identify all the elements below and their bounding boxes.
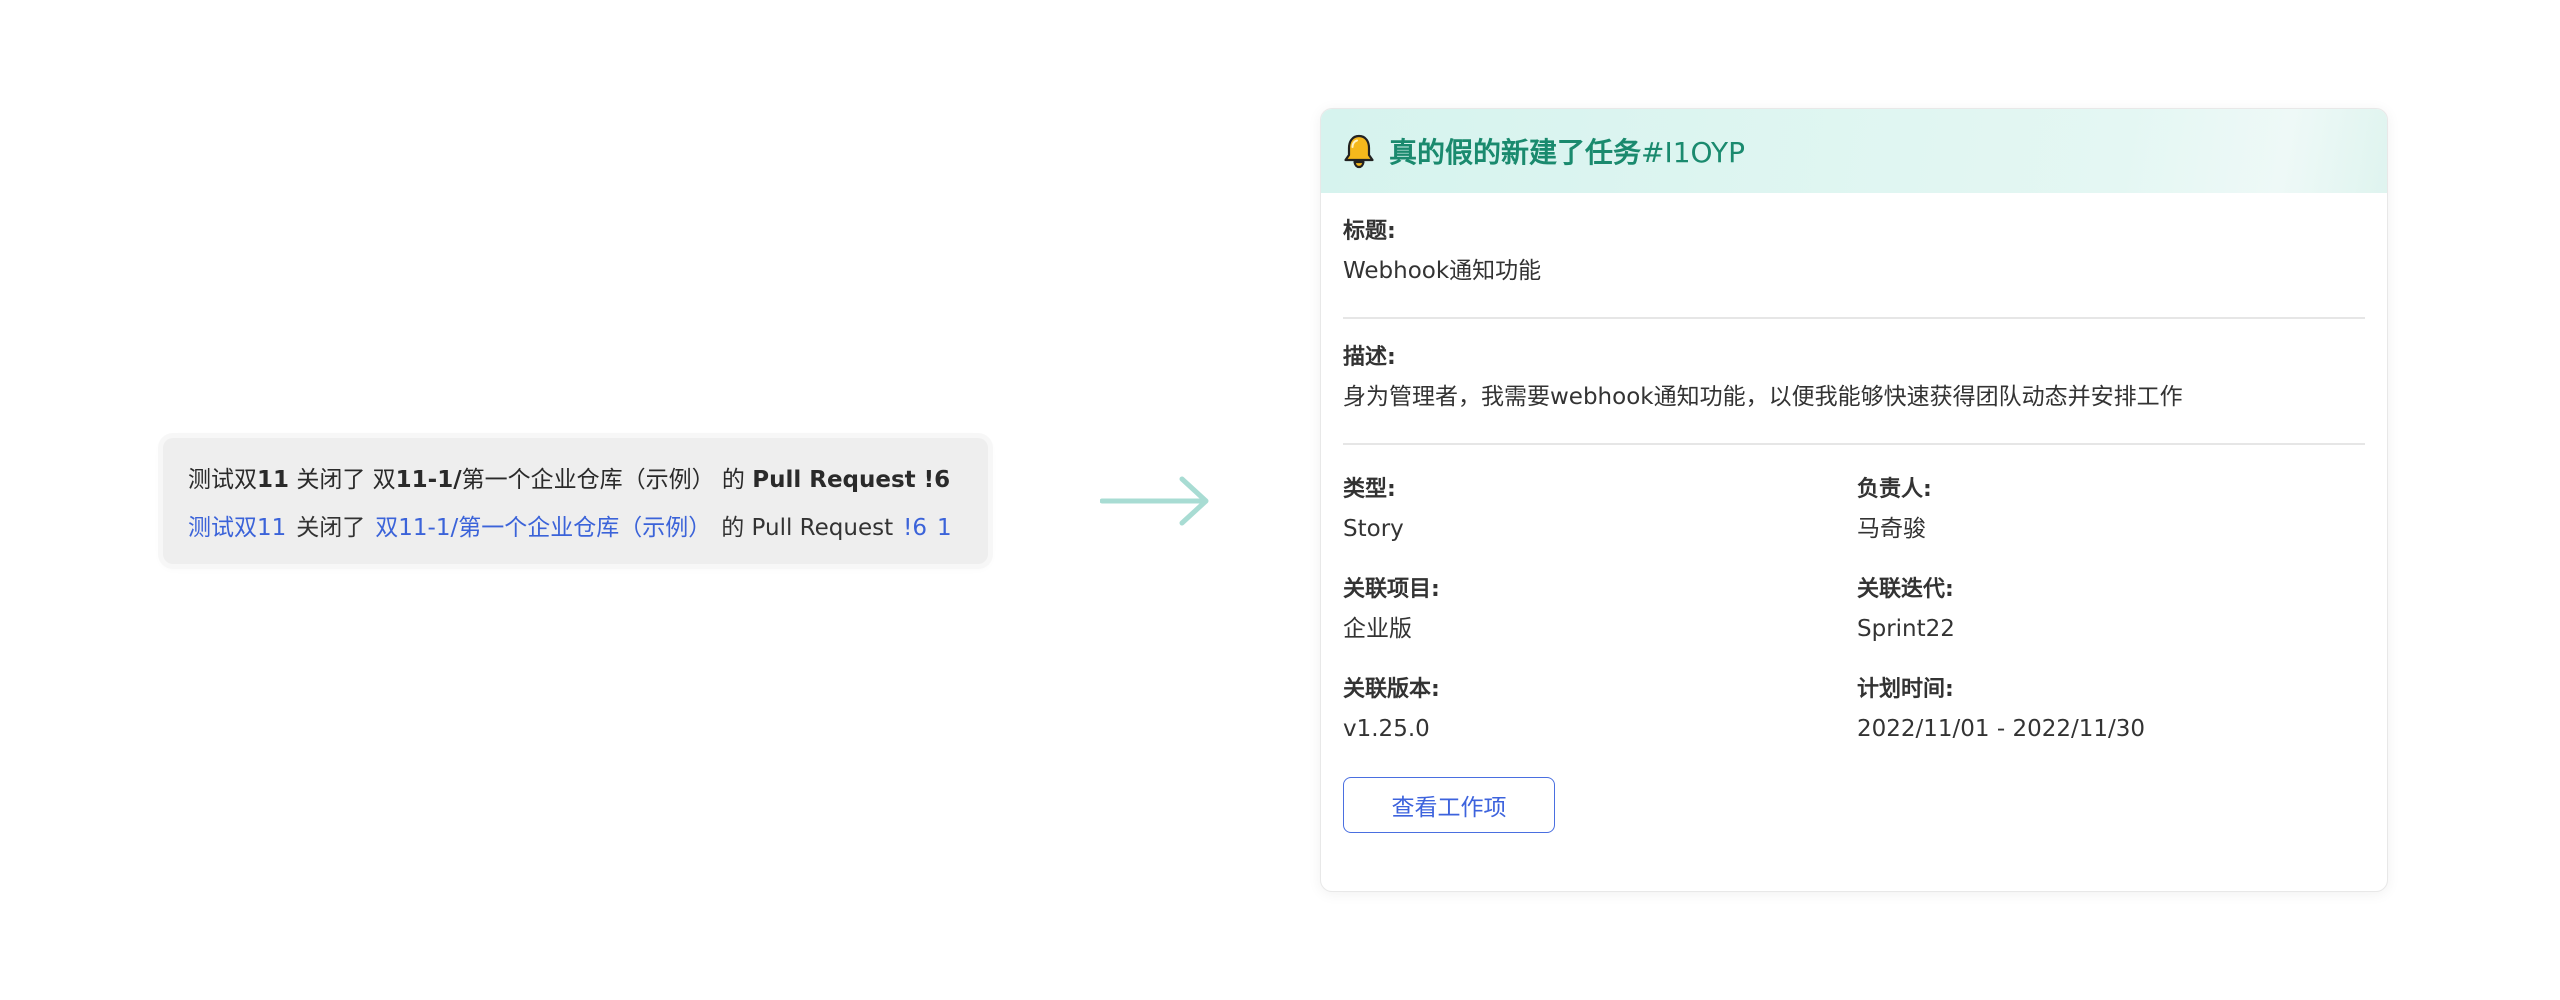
field-assignee: 负责人: 马奇骏 [1857,475,2357,545]
field-type: 类型: Story [1343,475,1857,545]
field-label: 计划时间: [1857,677,1954,702]
field-label: 关联项目: [1343,577,1440,602]
field-project: 关联项目: 企业版 [1343,575,1857,645]
fields-grid: 类型: Story 负责人: 马奇骏 关联项目: 企业版 关联迭代: Sprin… [1343,445,2365,745]
field-value: Story [1343,516,1404,542]
old-message-title: 测试双11 关闭了 双11-1/第一个企业仓库（示例） 的 Pull Reque… [188,464,988,496]
bell-icon [1344,134,1374,169]
old-title-part: 关闭了 双 [289,467,396,493]
field-value: Sprint22 [1857,616,1955,642]
new-message-card: 真的假的新建了任务#I1OYP 标题: Webhook通知功能 描述: 身为管理… [1320,108,2388,892]
pr-text: 的 Pull Request [721,515,894,541]
pr-link[interactable]: !6 [903,515,927,541]
field-value: 企业版 [1343,616,1412,642]
card-title: 真的假的新建了任务#I1OYP [1389,131,1745,171]
repo-link[interactable]: 双11-1/第一个企业仓库（示例） [375,515,711,541]
description-value: 身为管理者，我需要webhook通知功能，以便我能够快速获得团队动态并安排工作 [1343,384,2183,410]
pr-count: 1 [936,515,952,541]
action-text: 关闭了 [296,515,366,541]
field-label: 负责人: [1857,477,1932,502]
description-section: 描述: 身为管理者，我需要webhook通知功能，以便我能够快速获得团队动态并安… [1343,319,2365,445]
field-version: 关联版本: v1.25.0 [1343,675,1857,745]
card-header: 真的假的新建了任务#I1OYP [1321,109,2387,193]
field-value: 2022/11/01 - 2022/11/30 [1857,716,2146,742]
card-title-text: 真的假的新建了任务 [1389,136,1642,169]
title-section: 标题: Webhook通知功能 [1343,193,2365,319]
description-label: 描述: [1343,345,1396,370]
comparison-stage: 测试双11 关闭了 双11-1/第一个企业仓库（示例） 的 Pull Reque… [0,0,2560,1000]
old-title-part: 11 [257,467,290,493]
title-label: 标题: [1343,219,1396,244]
card-body: 标题: Webhook通知功能 描述: 身为管理者，我需要webhook通知功能… [1321,193,2387,833]
old-title-part: 测试双 [188,467,257,493]
old-message-body: 测试双11 关闭了 双11-1/第一个企业仓库（示例） 的 Pull Request!… [188,512,988,544]
old-title-part: 11-1/ [395,467,462,493]
view-work-item-button[interactable]: 查看工作项 [1343,777,1555,833]
title-value: Webhook通知功能 [1343,258,1542,284]
old-title-part: Pull Request !6 [752,467,951,493]
field-label: 类型: [1343,477,1396,502]
field-label: 关联迭代: [1857,577,1954,602]
old-message-card: 测试双11 关闭了 双11-1/第一个企业仓库（示例） 的 Pull Reque… [163,438,988,564]
old-title-part: 第一个企业仓库（示例） 的 [461,467,753,493]
user-link[interactable]: 测试双11 [188,515,286,541]
field-value: v1.25.0 [1343,716,1430,742]
field-plan-time: 计划时间: 2022/11/01 - 2022/11/30 [1857,675,2357,745]
arrow-right-icon [1100,476,1209,526]
field-sprint: 关联迭代: Sprint22 [1857,575,2357,645]
field-label: 关联版本: [1343,677,1440,702]
issue-id[interactable]: #I1OYP [1641,136,1745,169]
field-value: 马奇骏 [1857,516,1926,542]
